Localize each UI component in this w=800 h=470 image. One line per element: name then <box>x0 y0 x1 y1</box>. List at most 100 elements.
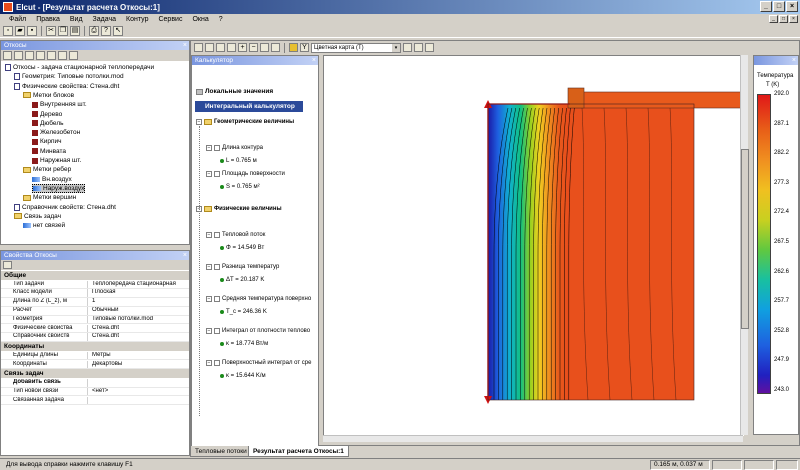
menu-problem[interactable]: Задача <box>88 16 122 23</box>
menu-help[interactable]: ? <box>214 16 228 23</box>
integral-calculator-item[interactable]: Интегральный калькулятор <box>195 101 303 112</box>
calc-quantity[interactable]: − Длина контура <box>206 145 263 151</box>
geometric-group[interactable]: − Геометрические величины <box>196 119 294 125</box>
quantity-checkbox[interactable] <box>214 171 220 177</box>
close-button[interactable]: × <box>786 1 798 12</box>
close-icon[interactable]: × <box>183 41 187 50</box>
tree-item[interactable]: Минвата <box>32 147 66 156</box>
property-row[interactable]: Геометрия Типовые потолки.mod <box>1 315 189 325</box>
save-icon[interactable]: ▪ <box>27 26 37 36</box>
property-row[interactable]: Единицы длины Метры <box>1 351 189 361</box>
new-file-icon[interactable]: ▫ <box>3 26 13 36</box>
property-row[interactable]: Добавить связь <box>1 379 189 388</box>
pointer-icon[interactable] <box>425 43 434 52</box>
graph-icon[interactable] <box>414 43 423 52</box>
menu-contour[interactable]: Контур <box>121 16 153 23</box>
zoom-fit-icon[interactable] <box>271 43 280 52</box>
picture-mode-select[interactable]: Цветная карта (Т) ▾ <box>311 42 401 53</box>
solve-icon[interactable] <box>58 51 67 60</box>
doc-minimize-button[interactable]: _ <box>769 15 778 23</box>
tree-item[interactable]: Физические свойства: Стена.dht <box>14 82 119 91</box>
property-value[interactable]: 1 <box>87 298 189 306</box>
close-icon[interactable]: × <box>792 56 796 65</box>
tree-item[interactable]: Справочник свойств: Стена.dht <box>14 203 116 212</box>
menu-view[interactable]: Вид <box>65 16 88 23</box>
tree-item[interactable]: Железобетон <box>32 128 80 137</box>
save-icon[interactable] <box>14 51 23 60</box>
menu-edit[interactable]: Правка <box>31 16 65 23</box>
doc-close-button[interactable]: × <box>789 15 798 23</box>
quantity-checkbox[interactable] <box>214 360 220 366</box>
tab-heat-flows[interactable]: Тепловые потоки <box>190 446 252 457</box>
collapse-icon[interactable]: − <box>206 232 212 238</box>
property-value[interactable]: Стена.dht <box>87 333 189 341</box>
copy-icon[interactable]: ❐ <box>58 26 68 36</box>
property-value[interactable]: Декартовы <box>87 360 189 369</box>
property-row[interactable]: Тип новой связи <нет> <box>1 387 189 397</box>
property-value[interactable]: Плоская <box>87 289 189 297</box>
collapse-icon[interactable]: − <box>206 145 212 151</box>
close-icon[interactable]: × <box>312 56 316 65</box>
tab-results[interactable]: Результат расчета Откосы:1 <box>248 446 349 457</box>
calc-quantity[interactable]: − Средняя температура поверхно <box>206 296 311 302</box>
doc-restore-button[interactable]: □ <box>779 15 788 23</box>
tree-item[interactable]: Метки вершин <box>23 193 76 202</box>
tree-item[interactable]: Дюбель <box>32 119 64 128</box>
cut-icon[interactable]: ✂ <box>46 26 56 36</box>
tree-item[interactable]: Метки блоков <box>23 91 74 100</box>
help-icon[interactable]: ? <box>101 26 111 36</box>
calc-quantity[interactable]: − Разница температур <box>206 264 279 270</box>
tree-item[interactable]: Связь задач <box>14 212 61 221</box>
open-folder-icon[interactable]: ▰ <box>15 26 25 36</box>
chart-icon[interactable] <box>403 43 412 52</box>
build-mesh-icon[interactable] <box>47 51 56 60</box>
scroll-thumb[interactable] <box>741 149 749 329</box>
maximize-button[interactable]: □ <box>773 1 785 12</box>
tree-item[interactable]: Дерево <box>32 110 62 119</box>
contour-icon[interactable] <box>216 43 225 52</box>
print-icon[interactable]: ⎙ <box>89 26 99 36</box>
tree-item[interactable]: Откосы - задача стационарной теплопереда… <box>5 63 154 72</box>
color-map-icon[interactable] <box>289 43 298 52</box>
context-help-icon[interactable]: ↖ <box>113 26 123 36</box>
zoom-window-icon[interactable] <box>260 43 269 52</box>
calc-quantity[interactable]: − Площадь поверхности <box>206 171 285 177</box>
property-value[interactable]: Теплопередача стационарная <box>87 280 189 289</box>
tree-item[interactable]: Вн.воздух <box>32 175 72 184</box>
filter-icon[interactable]: Y <box>300 43 309 52</box>
property-value[interactable]: <нет> <box>87 387 189 396</box>
close-icon[interactable]: × <box>183 251 187 260</box>
property-value[interactable]: Метры <box>87 351 189 360</box>
property-value[interactable]: Типовые потолки.mod <box>87 315 189 324</box>
tree-item[interactable]: Наружная шт. <box>32 156 81 165</box>
collapse-icon[interactable]: − <box>196 119 202 125</box>
minimize-button[interactable]: _ <box>760 1 772 12</box>
collapse-icon[interactable]: − <box>206 296 212 302</box>
field-plot[interactable] <box>323 55 745 436</box>
property-category[interactable]: Связь задач <box>1 369 189 379</box>
results-icon[interactable] <box>69 51 78 60</box>
calc-quantity[interactable]: − Тепловой поток <box>206 232 265 238</box>
tree-item[interactable]: Геометрия: Типовые потолки.mod <box>14 72 124 81</box>
local-values-item[interactable]: Локальные значения <box>196 88 273 95</box>
collapse-icon[interactable]: − <box>206 328 212 334</box>
paste-icon[interactable]: ▤ <box>70 26 80 36</box>
property-value[interactable]: Обычный <box>87 307 189 315</box>
property-row[interactable]: Справочник свойств Стена.dht <box>1 333 189 342</box>
property-row[interactable]: Связанная задача <box>1 396 189 406</box>
property-value[interactable] <box>87 379 189 387</box>
tree-item[interactable]: Кирпич <box>32 137 62 146</box>
plot-vertical-scrollbar[interactable] <box>740 55 749 435</box>
quantity-checkbox[interactable] <box>214 328 220 334</box>
menu-window[interactable]: Окна <box>187 16 213 23</box>
property-row[interactable]: Класс модели Плоская <box>1 289 189 298</box>
quantity-checkbox[interactable] <box>214 296 220 302</box>
table-icon[interactable] <box>205 43 214 52</box>
delete-icon[interactable] <box>25 51 34 60</box>
property-row[interactable]: Координаты Декартовы <box>1 360 189 370</box>
folder-icon[interactable] <box>3 51 12 60</box>
calc-quantity[interactable]: − Интеграл от плотности теплово <box>206 328 310 334</box>
tree-item[interactable]: Внутренняя шт. <box>32 100 87 109</box>
property-value[interactable]: Стена.dht <box>87 324 189 333</box>
tree-item[interactable]: нет связей <box>23 221 65 230</box>
